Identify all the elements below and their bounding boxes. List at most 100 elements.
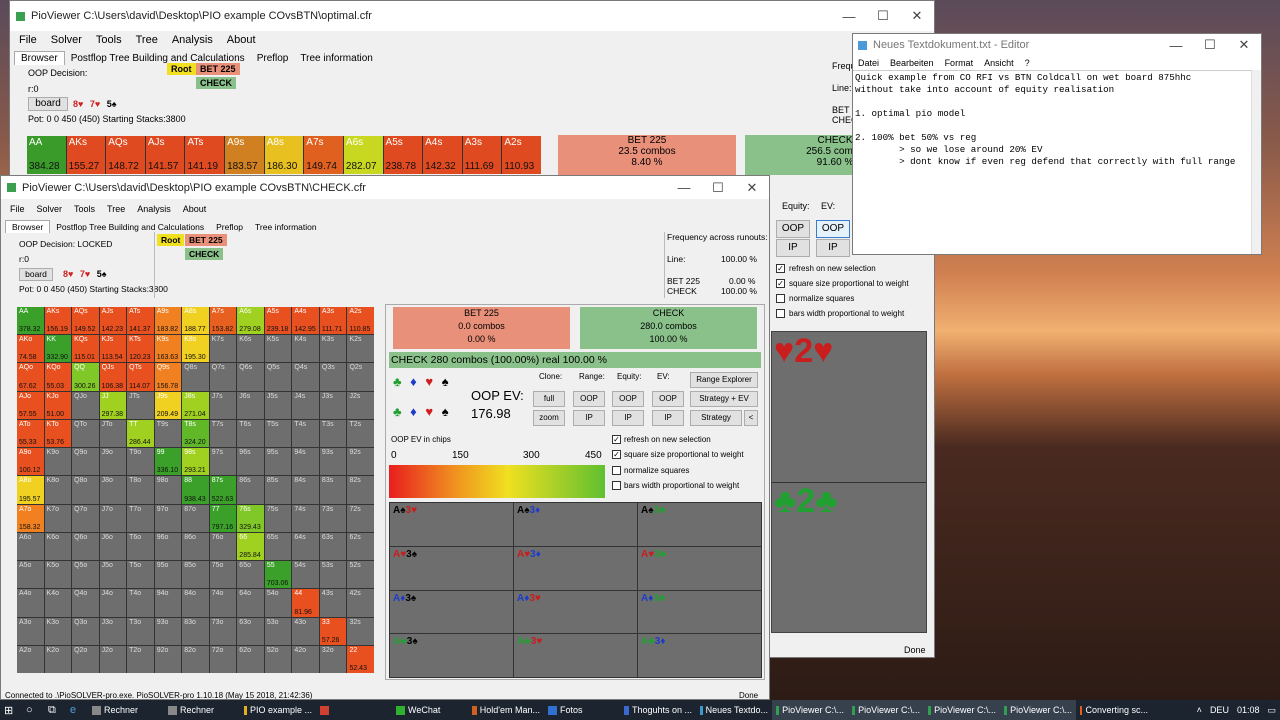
hand-cell[interactable]: T4o: [127, 589, 154, 617]
hand-cell[interactable]: T2o: [127, 645, 154, 673]
hand-cell[interactable]: KQo 55.03: [44, 363, 72, 391]
hand-cell[interactable]: K9o: [44, 448, 72, 476]
start-icon[interactable]: ⊞: [0, 700, 22, 720]
hand-cell[interactable]: JTo: [99, 419, 127, 448]
hand-cell[interactable]: 33 57.26: [319, 617, 347, 645]
taskbar-app[interactable]: PioViewer C:\...: [848, 700, 924, 720]
menu-about[interactable]: About: [227, 34, 256, 46]
normalize-checkbox[interactable]: [776, 294, 785, 303]
language-indicator[interactable]: DEU: [1206, 700, 1233, 720]
minimize-icon[interactable]: —: [832, 9, 866, 24]
hand-cell[interactable]: T6o: [127, 532, 154, 561]
hand-cell[interactable]: AA 384.28: [27, 136, 66, 174]
hand-cell[interactable]: 63o: [237, 617, 264, 645]
hand-cell[interactable]: 82s: [347, 476, 374, 504]
hand-cell[interactable]: 88 938.43: [182, 476, 209, 504]
hand-cell[interactable]: AA 378.32: [17, 307, 44, 335]
hand-cell[interactable]: 84s: [292, 476, 319, 504]
taskbar-app[interactable]: Rechner: [88, 700, 164, 720]
hand-cell[interactable]: KQs 115.01: [72, 335, 99, 363]
hand-cell[interactable]: T6s: [237, 419, 264, 448]
hand-cell[interactable]: 92o: [154, 645, 182, 673]
hand-cell[interactable]: K6o: [44, 532, 72, 561]
hand-cell[interactable]: 52o: [264, 645, 292, 673]
hand-cell[interactable]: 74o: [209, 589, 237, 617]
menu-tools[interactable]: Tools: [96, 34, 122, 46]
taskbar-app[interactable]: WeChat: [392, 700, 468, 720]
close-icon[interactable]: ✕: [1227, 37, 1261, 53]
hand-cell[interactable]: T3s: [319, 419, 347, 448]
bars-width-checkbox[interactable]: [612, 481, 621, 490]
close-icon[interactable]: ✕: [735, 180, 769, 196]
tab-postflop[interactable]: Postflop Tree Building and Calculations: [50, 221, 210, 233]
search-icon[interactable]: ○: [22, 700, 44, 720]
spade-icon[interactable]: ♠: [442, 404, 449, 419]
club-icon[interactable]: ♣: [393, 404, 402, 419]
hand-cell[interactable]: T9s: [154, 419, 182, 448]
hand-cell[interactable]: J5o: [99, 561, 127, 589]
hand-cell[interactable]: 64s: [292, 532, 319, 561]
tab-preflop[interactable]: Preflop: [251, 52, 295, 65]
hand-cell[interactable]: K8s 195.30: [182, 335, 209, 363]
hand-cell[interactable]: 75s: [264, 504, 292, 532]
hand-cell[interactable]: Q4s: [292, 363, 319, 391]
hand-cell[interactable]: Q8s: [182, 363, 209, 391]
hand-cell[interactable]: J4o: [99, 589, 127, 617]
hand-cell[interactable]: 65o: [237, 561, 264, 589]
combo-cell[interactable]: A♦3♥: [514, 590, 637, 634]
hand-cell[interactable]: 42s: [347, 589, 374, 617]
hand-cell[interactable]: A8o 195.57: [17, 476, 44, 504]
hand-cell[interactable]: J9o: [99, 448, 127, 476]
hand-cell[interactable]: Q4o: [72, 589, 99, 617]
node-bet[interactable]: BET 225: [196, 63, 240, 75]
node-root[interactable]: Root: [167, 63, 196, 75]
combo-cell[interactable]: A♥3♦: [514, 546, 637, 590]
hand-cell[interactable]: 75o: [209, 561, 237, 589]
hand-cell[interactable]: A9s 183.57: [225, 136, 264, 174]
diamond-icon[interactable]: ♦: [410, 374, 417, 389]
hand-cell[interactable]: A5o: [17, 561, 44, 589]
bars-width-checkbox[interactable]: [776, 309, 785, 318]
hand-cell[interactable]: 87o: [182, 504, 209, 532]
hand-cell[interactable]: A2s 110.85: [347, 307, 374, 335]
hand-cell[interactable]: A6o: [17, 532, 44, 561]
combo-cell[interactable]: A♠3♦: [514, 503, 637, 546]
hand-cell[interactable]: A2o: [17, 645, 44, 673]
hand-cell[interactable]: ATs 141.37: [127, 307, 154, 335]
hand-cell[interactable]: 92s: [347, 448, 374, 476]
menu-bearbeiten[interactable]: Bearbeiten: [890, 58, 934, 68]
hand-cell[interactable]: 94o: [154, 589, 182, 617]
hand-cell[interactable]: 93s: [319, 448, 347, 476]
hand-cell[interactable]: K5o: [44, 561, 72, 589]
menu-help[interactable]: ?: [1025, 58, 1030, 68]
board-button[interactable]: board: [28, 97, 68, 111]
task-view-icon[interactable]: ⧉: [44, 700, 66, 720]
hand-cell[interactable]: ATs 141.19: [185, 136, 225, 174]
hand-cell[interactable]: AKs 155.27: [66, 136, 106, 174]
hand-cell[interactable]: 53o: [264, 617, 292, 645]
hand-cell[interactable]: 62s: [347, 532, 374, 561]
hand-cell[interactable]: K7s: [209, 335, 237, 363]
hand-cell[interactable]: K3s: [319, 335, 347, 363]
spade-icon[interactable]: ♠: [442, 374, 449, 389]
hand-cell[interactable]: 54s: [292, 561, 319, 589]
hand-cell[interactable]: J4s: [292, 391, 319, 419]
hand-cell[interactable]: A6s 279.08: [237, 307, 264, 335]
hand-cell[interactable]: Q9s 156.78: [154, 363, 182, 391]
hand-cell[interactable]: 83s: [319, 476, 347, 504]
menu-tree[interactable]: Tree: [107, 204, 125, 214]
hand-cell[interactable]: ATo 55.33: [17, 419, 44, 448]
equity-oop-button[interactable]: OOP: [612, 391, 644, 407]
hand-cell[interactable]: 53s: [319, 561, 347, 589]
hand-cell[interactable]: A7s 153.82: [209, 307, 237, 335]
taskbar-app[interactable]: PioViewer C:\...: [772, 700, 848, 720]
tab-tree-info[interactable]: Tree information: [294, 52, 378, 65]
hand-cell[interactable]: JJ 297.38: [99, 391, 127, 419]
taskbar-app[interactable]: Hold'em Man...: [468, 700, 544, 720]
hand-cell[interactable]: A4o: [17, 589, 44, 617]
hand-cell[interactable]: 52s: [347, 561, 374, 589]
hand-cell[interactable]: J3o: [99, 617, 127, 645]
heart-icon[interactable]: ♥: [425, 404, 433, 419]
hand-cell[interactable]: K7o: [44, 504, 72, 532]
clone-full-button[interactable]: full: [533, 391, 565, 407]
